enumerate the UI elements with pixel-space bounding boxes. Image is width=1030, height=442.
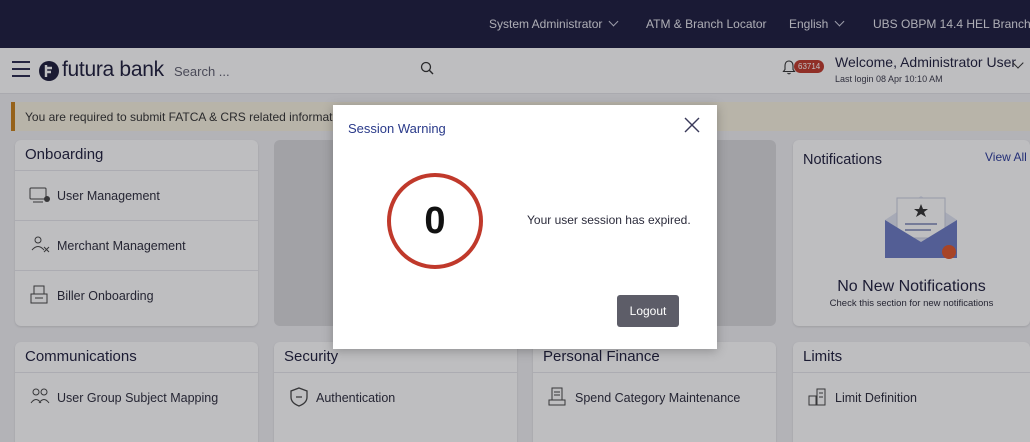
logout-button[interactable]: Logout <box>617 295 679 327</box>
dialog-title: Session Warning <box>348 121 446 136</box>
session-expired-message: Your user session has expired. <box>527 213 691 227</box>
session-warning-dialog: Session Warning 0 Your user session has … <box>333 105 717 349</box>
close-icon[interactable] <box>683 116 701 134</box>
countdown-value: 0 <box>424 200 446 242</box>
